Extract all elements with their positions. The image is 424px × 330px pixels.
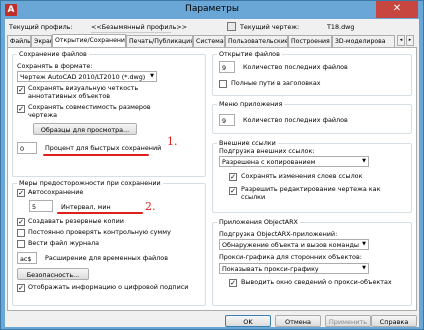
xref-demand-select[interactable]: Разрешена с копированием ▼ (219, 156, 369, 167)
thumbnail-settings-button[interactable]: Образцы для просмотра... (33, 123, 137, 135)
proxy-info-label: Выводить окно сведений о прокси-объектах (241, 278, 392, 286)
proxy-graphics-value: Показывать прокси-графику (222, 265, 319, 273)
tab-drafting[interactable]: Построения (288, 35, 332, 47)
temp-extension-input[interactable]: ac$ (17, 252, 37, 264)
temp-extension-label: Расширение для временных файлов (45, 254, 168, 262)
xref-group: Внешние ссылки Подгрузка внешних ссылок:… (212, 139, 412, 213)
tab-user-preferences[interactable]: Пользовательские (225, 35, 288, 47)
drawing-label: Текущий чертеж: (240, 23, 300, 31)
backup-label: Создавать резервные копии (28, 217, 124, 225)
save-format-select[interactable]: Чертеж AutoCAD 2010/LT2010 (*.dwg) ▼ (17, 71, 157, 82)
dimension-compat-label: Сохранять совместимость размеров чертежа (28, 103, 151, 119)
xref-group-title: Внешние ссылки (217, 139, 278, 147)
annotation-1: 1. (167, 135, 178, 148)
checkbox-autosave[interactable]: ✓ (17, 189, 25, 197)
checkbox-full-path[interactable] (219, 80, 227, 88)
application-menu-group: Меню приложения 9 Количество последних ф… (212, 100, 412, 134)
checkbox-proxy-info[interactable]: ✓ (229, 279, 237, 287)
tab-open-save[interactable]: Открытие/Сохранение (52, 34, 126, 47)
checkbox-log[interactable] (17, 240, 25, 248)
chevron-down-icon: ▼ (150, 73, 154, 79)
objectarx-group-title: Приложения ObjectARX (217, 218, 300, 226)
tab-strip: Файлы Экран Открытие/Сохранение Печать/П… (7, 34, 417, 47)
tab-system[interactable]: Система (193, 35, 225, 47)
file-save-group-title: Сохранение файлов (17, 50, 89, 58)
digital-signature-label: Отображать информацию о цифровой подписи (28, 283, 189, 291)
checkbox-digital-signature[interactable]: ✓ (17, 284, 25, 292)
tab-scroll-left-icon[interactable]: ◂ (397, 35, 405, 46)
close-icon[interactable]: ✕ (393, 3, 401, 14)
file-open-group: Открытие файлов 9 Количество последних ф… (212, 50, 412, 96)
log-label: Вести файл журнала (28, 239, 100, 247)
xref-demand-value: Разрешена с копированием (222, 158, 316, 166)
chevron-down-icon: ▼ (362, 265, 366, 271)
drawing-value: T18.dwg (327, 23, 355, 31)
autosave-interval-input[interactable]: 5 (29, 200, 53, 212)
profile-label: Текущий профиль: (9, 23, 73, 31)
security-options-button[interactable]: Безопасность... (17, 268, 89, 280)
file-safety-group: Меры предосторожности при сохранении ✓ А… (12, 179, 206, 306)
autosave-label: Автосохранение (28, 188, 84, 196)
tab-plot-publish[interactable]: Печать/Публикация (126, 35, 193, 47)
close-button[interactable]: ✕ (376, 1, 418, 18)
menu-recent-files-label: Количество последних файлов (243, 116, 348, 124)
objectarx-group: Приложения ObjectARX Подгрузка ObjectARX… (212, 218, 412, 306)
proxy-graphics-select[interactable]: Показывать прокси-графику ▼ (219, 263, 369, 274)
proxy-graphics-label: Прокси-графика для сторонних объектов: (219, 253, 362, 261)
save-format-label: Сохранять в формате: (17, 62, 93, 70)
dialog-client: Текущий профиль: <<Безымянный профиль>> … (5, 19, 419, 327)
chevron-down-icon: ▼ (362, 158, 366, 164)
allow-xref-edit-label: Разрешить редактирование чертежа как ссы… (241, 185, 381, 201)
menu-recent-files-input[interactable]: 9 (219, 114, 235, 126)
recent-files-input[interactable]: 9 (219, 61, 235, 73)
xref-demand-label: Подгрузка внешних ссылок: (219, 147, 315, 155)
apply-button[interactable]: Применить (325, 315, 371, 327)
save-format-value: Чертеж AutoCAD 2010/LT2010 (*.dwg) (20, 73, 146, 81)
dialog-title: Параметры (185, 4, 239, 14)
checkbox-allow-xref-edit[interactable]: ✓ (229, 187, 237, 195)
tab-files[interactable]: Файлы (7, 35, 31, 47)
checkbox-dimension-compat[interactable]: ✓ (17, 105, 25, 113)
annotation-2: 2. (145, 200, 156, 213)
annotation-underline-2 (57, 212, 143, 214)
options-dialog: A Параметры ✕ Текущий профиль: <<Безымян… (0, 0, 424, 330)
arx-demand-select[interactable]: Обнаружение объекта и вызов команды ▼ (219, 239, 369, 250)
cancel-button[interactable]: Отмена (275, 315, 321, 327)
annotation-underline-1 (43, 154, 149, 156)
full-path-label: Полные пути в заголовках (231, 79, 321, 87)
profile-value: <<Безымянный профиль>> (91, 23, 188, 33)
crc-label: Постоянно проверять контрольную сумму (28, 228, 171, 236)
recent-files-label: Количество последних файлов (243, 63, 348, 71)
tab-scroll-right-icon[interactable]: ▸ (406, 35, 414, 46)
drawing-icon (227, 22, 236, 31)
checkbox-crc[interactable] (17, 229, 25, 237)
application-menu-group-title: Меню приложения (217, 100, 285, 108)
tab-display[interactable]: Экран (31, 35, 52, 47)
title-bar[interactable]: A Параметры ✕ (1, 1, 423, 19)
ok-button[interactable]: OK (225, 315, 271, 327)
arx-demand-label: Подгрузка ObjectARX-приложений: (219, 230, 338, 238)
checkbox-retain-xref-layers[interactable]: ✓ (229, 173, 237, 181)
quick-save-percent-input[interactable]: 0 (17, 142, 37, 154)
checkbox-visual-fidelity[interactable]: ✓ (17, 86, 25, 94)
visual-fidelity-label: Сохранять визуальную четкость аннотативн… (28, 84, 139, 100)
tab-page-open-save: Сохранение файлов Сохранять в формате: Ч… (7, 47, 417, 311)
file-open-group-title: Открытие файлов (217, 50, 282, 58)
autosave-interval-label: Интервал, мин (61, 203, 111, 211)
file-save-group: Сохранение файлов Сохранять в формате: Ч… (12, 50, 206, 177)
chevron-down-icon: ▼ (362, 241, 366, 247)
arx-demand-value: Обнаружение объекта и вызов команды (222, 241, 359, 249)
quick-save-percent-label: Процент для быстрых сохранений (45, 144, 162, 152)
tab-3d-modeling[interactable]: 3D-моделирова (332, 35, 395, 47)
file-safety-group-title: Меры предосторожности при сохранении (17, 179, 163, 187)
checkbox-backup[interactable]: ✓ (17, 218, 25, 226)
retain-xref-layers-label: Сохранять изменения слоев ссылок (241, 172, 363, 180)
help-button[interactable]: Справка (371, 315, 417, 327)
